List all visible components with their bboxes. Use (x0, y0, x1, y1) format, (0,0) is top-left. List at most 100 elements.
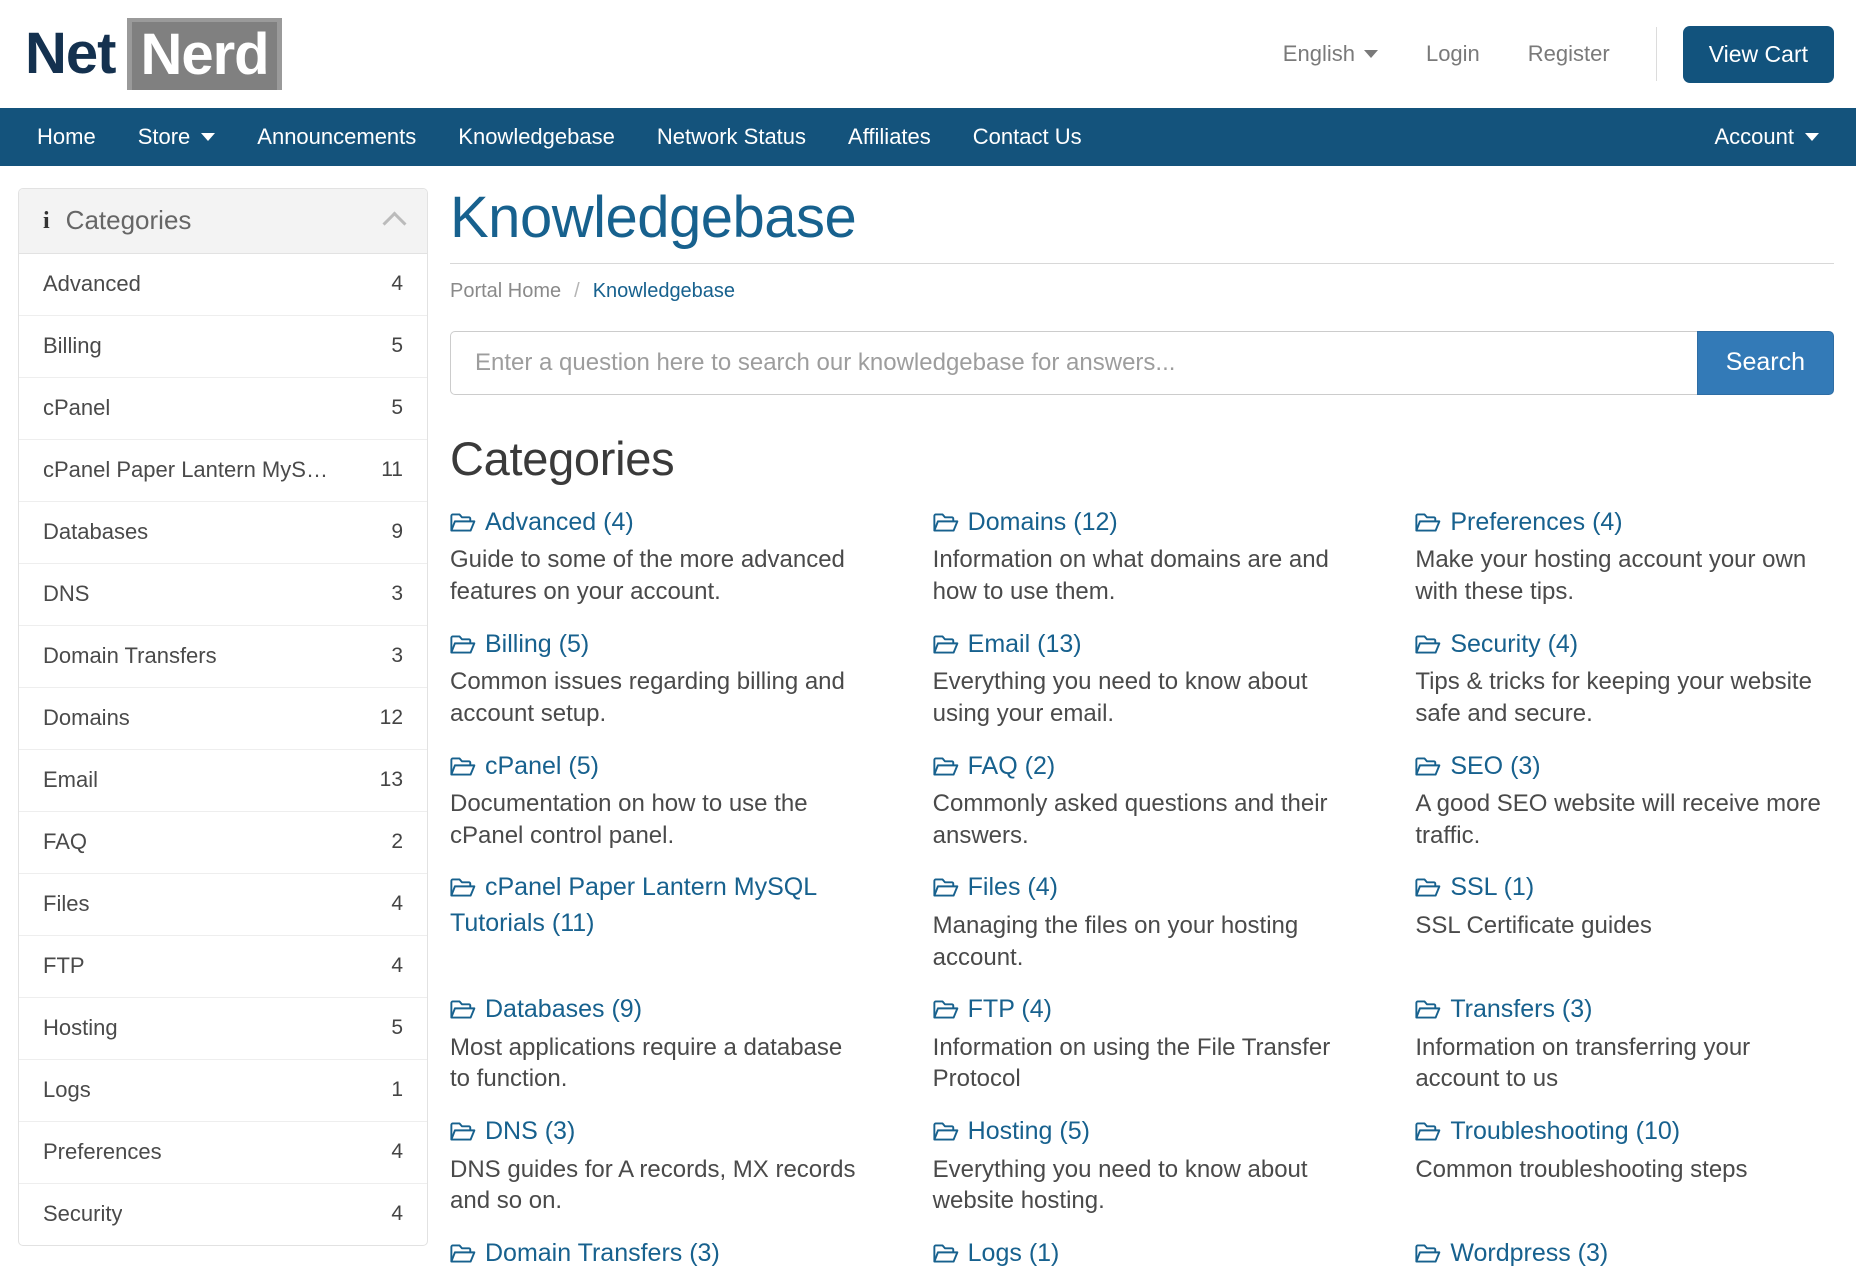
sidebar-item[interactable]: Logs 1 (19, 1060, 427, 1122)
category-link[interactable]: Transfers (3) (1415, 993, 1834, 1032)
login-link[interactable]: Login (1402, 41, 1504, 67)
category-link[interactable]: FAQ (2) (933, 750, 1352, 789)
category-link[interactable]: SEO (3) (1415, 750, 1834, 789)
folder-open-icon (1415, 1240, 1441, 1273)
category-link[interactable]: Advanced (4) (450, 506, 869, 545)
sidebar-category-list: Advanced 4 Billing 5 cPanel 5 cPanel Paper Lan… (19, 254, 427, 1245)
sidebar-item[interactable]: Domain Transfers 3 (19, 626, 427, 688)
category-link[interactable]: Files (4) (933, 871, 1352, 910)
folder-open-icon (1415, 1118, 1441, 1151)
category-description: Tips & tricks for keeping your website s… (1415, 668, 1812, 727)
sidebar-item-label: Advanced (43, 271, 141, 296)
sidebar-title: Categories (65, 205, 192, 235)
folder-open-icon (1415, 631, 1441, 664)
category-link[interactable]: Preferences (4) (1415, 506, 1834, 545)
breadcrumb-current[interactable]: Knowledgebase (593, 280, 735, 303)
sidebar-item[interactable]: Advanced 4 (19, 254, 427, 316)
sidebar-item[interactable]: Hosting 5 (19, 998, 427, 1060)
sidebar-item[interactable]: FTP 4 (19, 936, 427, 998)
folder-open-icon (450, 753, 476, 786)
site-logo[interactable]: Net Nerd (22, 18, 282, 90)
nav-item-announcements[interactable]: Announcements (236, 108, 437, 166)
sidebar-item-count: 3 (391, 582, 403, 605)
sidebar-item[interactable]: cPanel Paper Lantern MySQL... 11 (19, 440, 427, 502)
category-link[interactable]: cPanel (5) (450, 750, 869, 789)
folder-open-icon (450, 1240, 476, 1273)
category-cell: Domain Transfers (3) How to transfer doma… (450, 1237, 869, 1279)
category-name: cPanel Paper Lantern MySQL Tutorials (11… (450, 873, 817, 937)
sidebar-item[interactable]: cPanel 5 (19, 378, 427, 440)
category-link[interactable]: Wordpress (3) (1415, 1237, 1834, 1276)
category-link[interactable]: Troubleshooting (10) (1415, 1115, 1834, 1154)
register-link[interactable]: Register (1504, 41, 1634, 67)
category-link[interactable]: Logs (1) (933, 1237, 1352, 1276)
category-description: Make your hosting account your own with … (1415, 546, 1807, 606)
sidebar-item[interactable]: Databases 9 (19, 502, 427, 564)
category-link[interactable]: Email (13) (933, 628, 1352, 667)
category-description: How to transfer domains from other regis… (450, 1275, 869, 1279)
sidebar-item-label: FTP (43, 953, 85, 978)
header-utility-nav: English Login Register View Cart (1259, 25, 1834, 83)
sidebar-item[interactable]: Email 13 (19, 750, 427, 812)
category-cell: Logs (1) Information on how to access and… (933, 1237, 1352, 1279)
sidebar-header[interactable]: i Categories (19, 189, 427, 254)
nav-item-account[interactable]: Account (1694, 108, 1841, 166)
sidebar-item[interactable]: Domains 12 (19, 688, 427, 750)
nav-item-contact-us[interactable]: Contact Us (952, 108, 1103, 166)
category-cell: Databases (9) Most applications require a… (450, 993, 869, 1115)
sidebar-item-count: 5 (391, 334, 403, 357)
breadcrumb-separator: / (574, 279, 580, 302)
chevron-down-icon (201, 133, 216, 141)
breadcrumb: Portal Home / Knowledgebase (450, 280, 1834, 331)
sidebar-item[interactable]: DNS 3 (19, 564, 427, 626)
category-link[interactable]: Databases (9) (450, 993, 869, 1032)
search-input[interactable] (450, 330, 1697, 395)
sidebar-item-label: Billing (43, 333, 102, 358)
category-description: Everything you need to know about websit… (932, 1155, 1308, 1215)
title-divider (450, 262, 1834, 264)
breadcrumb-portal-home[interactable]: Portal Home (450, 280, 561, 303)
category-name: Security (4) (1450, 629, 1579, 658)
sidebar-item[interactable]: FAQ 2 (19, 812, 427, 874)
category-cell: Preferences (4) Make your hosting account… (1415, 506, 1834, 628)
nav-item-knowledgebase[interactable]: Knowledgebase (437, 108, 636, 166)
nav-label-knowledgebase: Knowledgebase (458, 124, 615, 149)
sidebar-item[interactable]: Files 4 (19, 874, 427, 936)
search-button[interactable]: Search (1696, 330, 1834, 395)
nav-item-store[interactable]: Store (117, 108, 237, 166)
sidebar-item[interactable]: Preferences 4 (19, 1122, 427, 1184)
sidebar-item[interactable]: Billing 5 (19, 316, 427, 378)
sidebar-item[interactable]: Security 4 (19, 1184, 427, 1245)
folder-open-icon (933, 509, 959, 542)
category-link[interactable]: FTP (4) (933, 993, 1352, 1032)
category-name: Billing (5) (485, 629, 590, 658)
folder-open-icon (1415, 509, 1441, 542)
nav-item-affiliates[interactable]: Affiliates (827, 108, 952, 166)
category-link[interactable]: cPanel Paper Lantern MySQL Tutorials (11… (450, 871, 869, 942)
nav-label-announcements: Announcements (257, 124, 417, 149)
category-link[interactable]: Hosting (5) (933, 1115, 1352, 1154)
chevron-up-icon[interactable] (382, 211, 407, 236)
category-cell: SSL (1) SSL Certificate guides (1415, 871, 1834, 993)
category-link[interactable]: SSL (1) (1415, 871, 1834, 910)
sidebar-item-label: Security (43, 1201, 123, 1226)
nav-item-home[interactable]: Home (16, 108, 117, 166)
category-link[interactable]: Domains (12) (933, 506, 1352, 545)
category-cell: Wordpress (3) Video tutorials for Wordpre… (1415, 1237, 1834, 1279)
category-description: Most applications require a database to … (450, 1033, 843, 1093)
category-cell: SEO (3) A good SEO website will receive m… (1415, 750, 1834, 872)
sidebar-item-label: cPanel (43, 395, 111, 420)
nav-item-network-status[interactable]: Network Status (636, 108, 827, 166)
category-description: Managing the files on your hosting accou… (932, 911, 1299, 971)
category-link[interactable]: Security (4) (1415, 628, 1834, 667)
category-cell: Security (4) Tips & tricks for keeping yo… (1415, 628, 1834, 750)
category-name: Files (4) (967, 873, 1058, 902)
category-name: Domain Transfers (3) (485, 1238, 720, 1267)
category-link[interactable]: Billing (5) (450, 628, 869, 667)
category-link[interactable]: DNS (3) (450, 1115, 869, 1154)
view-cart-button[interactable]: View Cart (1682, 25, 1834, 83)
language-selector[interactable]: English (1259, 41, 1402, 67)
sidebar-item-count: 4 (391, 1140, 403, 1163)
category-link[interactable]: Domain Transfers (3) (450, 1237, 869, 1276)
sidebar-item-count: 2 (391, 830, 403, 853)
